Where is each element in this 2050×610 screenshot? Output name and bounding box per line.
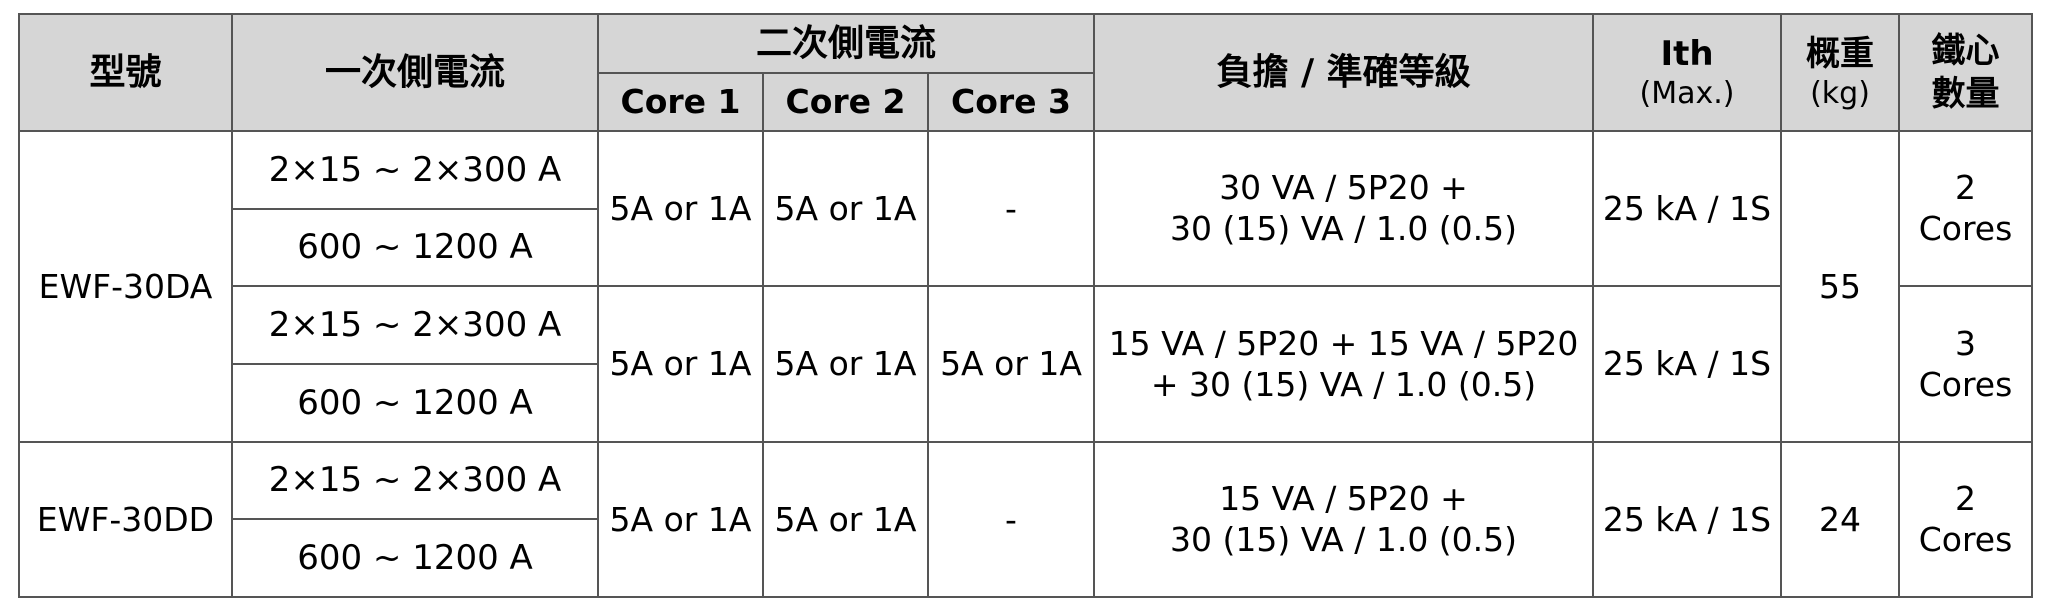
primary-current-cell: 2×15 ~ 2×300 A — [231, 440, 599, 520]
core2-cell: 5A or 1A — [762, 130, 929, 287]
core-count-number: 3 — [1955, 323, 1977, 363]
header-core-3: Core 3 — [926, 72, 1096, 132]
primary-current-cell: 600 ~ 1200 A — [231, 517, 599, 599]
primary-current-cell: 2×15 ~ 2×300 A — [231, 130, 599, 210]
burden-cell: 15 VA / 5P20 + 30 (15) VA / 1.0 (0.5) — [1093, 440, 1595, 599]
weight-cell: 24 — [1780, 440, 1901, 599]
burden-cell: 30 VA / 5P20 + 30 (15) VA / 1.0 (0.5) — [1093, 130, 1595, 287]
core1-cell: 5A or 1A — [597, 284, 764, 443]
core-count-unit: Cores — [1918, 364, 2013, 404]
header-core-count: 鐵心 數量 — [1898, 13, 2034, 132]
core2-cell: 5A or 1A — [762, 440, 929, 599]
header-ith-label: Ith — [1660, 33, 1714, 74]
header-weight-unit: (kg) — [1810, 76, 1870, 111]
header-burden-accuracy: 負擔 / 準確等級 — [1093, 13, 1595, 132]
table-body: EWF-30DA 2×15 ~ 2×300 A 5A or 1A 5A or 1… — [18, 130, 2034, 599]
ith-cell: 25 kA / 1S — [1592, 284, 1783, 443]
header-weight: 概重 (kg) — [1780, 13, 1901, 132]
core-count-unit: Cores — [1918, 209, 2013, 249]
burden-line: 30 (15) VA / 1.0 (0.5) — [1169, 209, 1518, 249]
model-cell: EWF-30DD — [18, 440, 233, 599]
core-count-unit: Cores — [1918, 520, 2013, 560]
header-ith-unit: (Max.) — [1639, 76, 1735, 111]
core3-cell: 5A or 1A — [926, 284, 1096, 443]
burden-line: + 30 (15) VA / 1.0 (0.5) — [1150, 364, 1537, 404]
primary-current-cell: 600 ~ 1200 A — [231, 362, 599, 443]
core1-cell: 5A or 1A — [597, 440, 764, 599]
ith-cell: 25 kA / 1S — [1592, 440, 1783, 599]
header-core-count-line2: 數量 — [1931, 73, 2000, 114]
header-core-count-line1: 鐵心 — [1931, 31, 2000, 71]
table-row: EWF-30DD 2×15 ~ 2×300 A 5A or 1A 5A or 1… — [18, 440, 2034, 599]
core-count-number: 2 — [1955, 479, 1977, 519]
table-header: 型號 一次側電流 二次側電流 負擔 / 準確等級 Ith (Max.) 概重 (… — [18, 13, 2034, 132]
core-count-cell: 2 Cores — [1898, 440, 2034, 599]
table-row: 2×15 ~ 2×300 A 5A or 1A 5A or 1A 5A or 1… — [19, 284, 2034, 443]
burden-line: 15 VA / 5P20 + — [1219, 479, 1468, 519]
core-count-cell: 2 Cores — [1898, 130, 2034, 287]
model-cell: EWF-30DA — [18, 130, 233, 443]
ith-cell: 25 kA / 1S — [1592, 130, 1783, 287]
burden-cell: 15 VA / 5P20 + 15 VA / 5P20 + 30 (15) VA… — [1093, 284, 1595, 443]
core1-cell: 5A or 1A — [597, 130, 764, 287]
core-count-cell: 3 Cores — [1898, 284, 2034, 443]
header-secondary-current: 二次側電流 — [596, 13, 1096, 74]
header-ith: Ith (Max.) — [1592, 13, 1783, 132]
burden-line: 30 (15) VA / 1.0 (0.5) — [1169, 520, 1518, 560]
header-weight-label: 概重 — [1806, 33, 1875, 74]
header-primary-current: 一次側電流 — [231, 13, 599, 132]
header-model: 型號 — [18, 13, 233, 132]
weight-cell: 55 — [1780, 130, 1901, 443]
core3-cell: - — [926, 130, 1096, 287]
primary-current-cell: 2×15 ~ 2×300 A — [231, 284, 599, 365]
core-count-number: 2 — [1955, 168, 1977, 208]
primary-current-cell: 600 ~ 1200 A — [231, 208, 599, 287]
header-core-1: Core 1 — [597, 72, 764, 132]
core2-cell: 5A or 1A — [762, 284, 929, 443]
core3-cell: - — [926, 440, 1096, 599]
burden-line: 30 VA / 5P20 + — [1219, 168, 1468, 208]
header-row-top: 型號 一次側電流 二次側電流 負擔 / 準確等級 Ith (Max.) 概重 (… — [18, 13, 2034, 132]
burden-line: 15 VA / 5P20 + 15 VA / 5P20 — [1108, 323, 1579, 363]
table-row: EWF-30DA 2×15 ~ 2×300 A 5A or 1A 5A or 1… — [18, 130, 2034, 443]
ct-spec-table: 型號 一次側電流 二次側電流 負擔 / 準確等級 Ith (Max.) 概重 (… — [18, 13, 2034, 599]
header-core-2: Core 2 — [762, 72, 929, 132]
